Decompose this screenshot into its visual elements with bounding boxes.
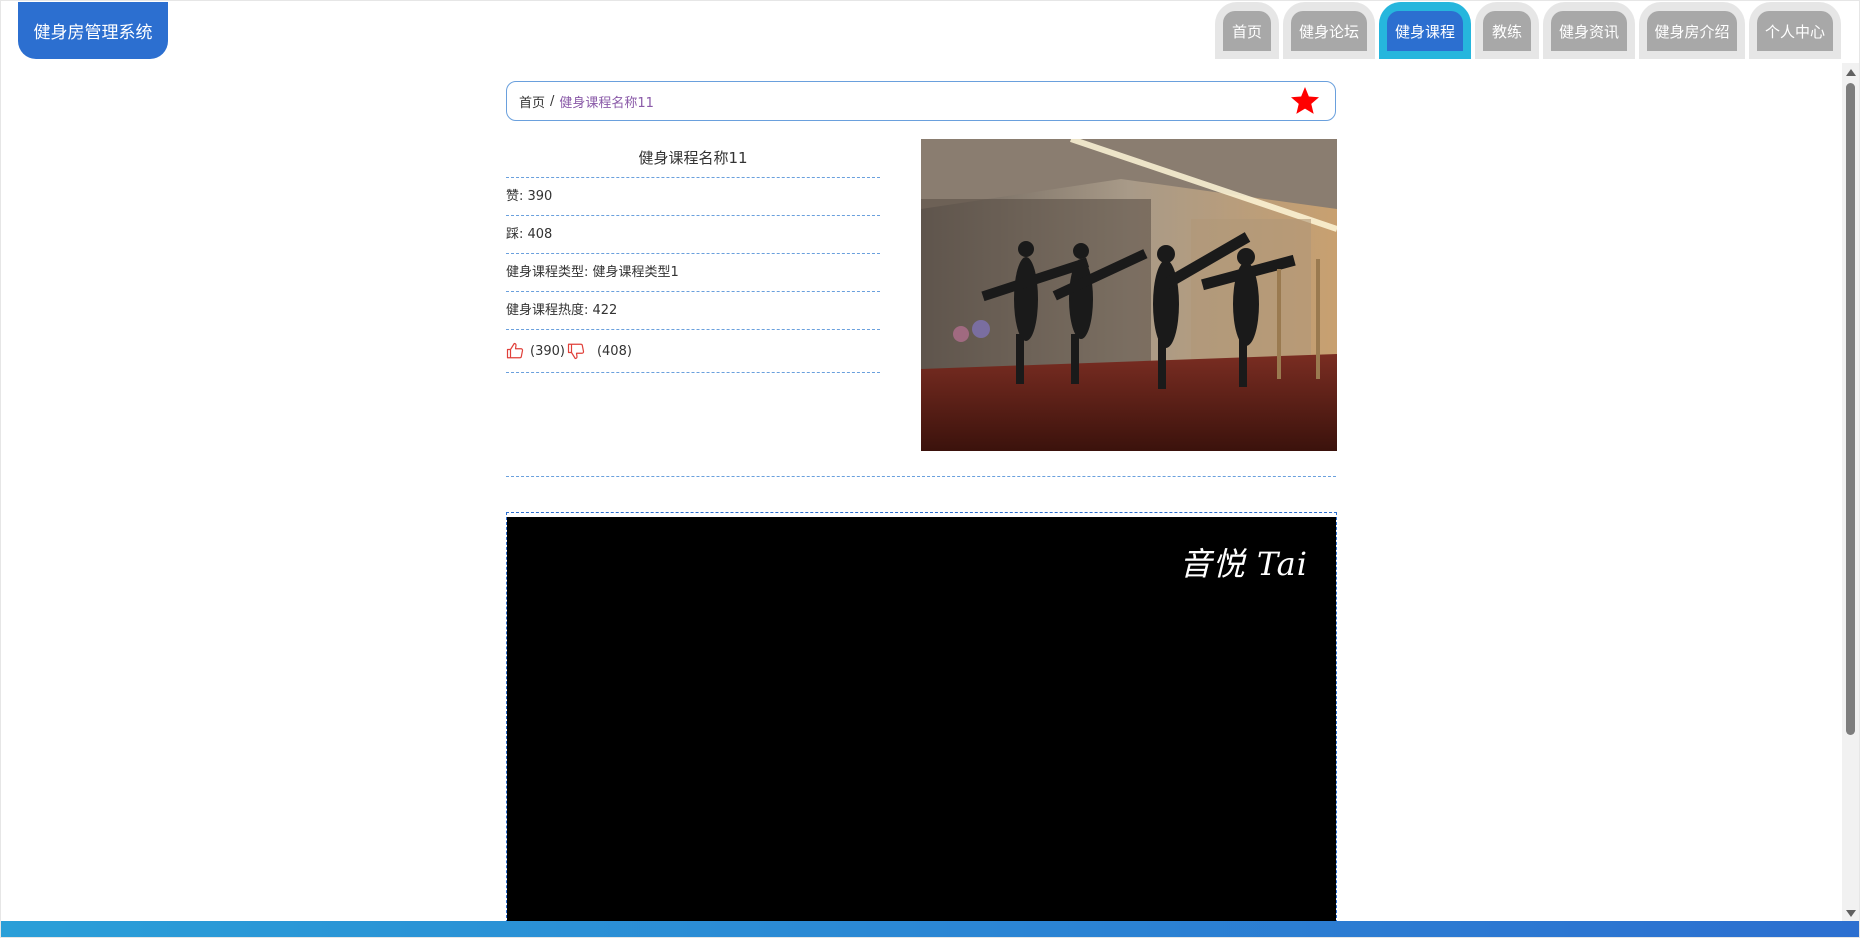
breadcrumb-separator: / bbox=[550, 93, 555, 109]
dislike-count: (408) bbox=[596, 343, 632, 359]
likes-row: 赞: 390 bbox=[506, 178, 880, 216]
course-photo-image bbox=[921, 139, 1337, 451]
course-title: 健身课程名称11 bbox=[506, 139, 880, 178]
nav-tab-label: 健身论坛 bbox=[1291, 11, 1367, 51]
nav-tab-label: 个人中心 bbox=[1757, 11, 1833, 51]
app-title: 健身房管理系统 bbox=[33, 23, 153, 43]
video-screen[interactable]: 音悦 Tai bbox=[507, 517, 1336, 927]
breadcrumb-home-link[interactable]: 首页 bbox=[519, 92, 545, 111]
nav-tab-label: 教练 bbox=[1483, 11, 1531, 51]
scroll-up-arrow-icon[interactable] bbox=[1846, 69, 1856, 76]
nav-tab-gym-intro[interactable]: 健身房介绍 bbox=[1639, 2, 1745, 59]
vote-row: (390) (408) bbox=[506, 330, 880, 373]
star-icon[interactable] bbox=[1289, 85, 1321, 117]
thumbs-down-icon[interactable] bbox=[567, 342, 585, 360]
thumbs-up-icon[interactable] bbox=[506, 342, 524, 360]
page: 健身房管理系统 首页 健身论坛 健身课程 教练 健身资讯 健身房介绍 个人中心 … bbox=[0, 0, 1860, 938]
nav-tab-label: 健身课程 bbox=[1387, 11, 1463, 51]
nav-tab-label: 健身资讯 bbox=[1551, 11, 1627, 51]
course-heat-row: 健身课程热度: 422 bbox=[506, 292, 880, 330]
nav-tab-news[interactable]: 健身资讯 bbox=[1543, 2, 1635, 59]
nav-tab-forum[interactable]: 健身论坛 bbox=[1283, 2, 1375, 59]
like-count: (390) bbox=[530, 343, 565, 359]
dislikes-row: 踩: 408 bbox=[506, 216, 880, 254]
nav-tab-courses[interactable]: 健身课程 bbox=[1379, 2, 1471, 59]
top-nav: 首页 健身论坛 健身课程 教练 健身资讯 健身房介绍 个人中心 bbox=[1215, 2, 1841, 59]
breadcrumb-current: 健身课程名称11 bbox=[559, 95, 654, 111]
nav-tab-profile[interactable]: 个人中心 bbox=[1749, 2, 1841, 59]
scroll-down-arrow-icon[interactable] bbox=[1846, 910, 1856, 917]
breadcrumb: 首页 / 健身课程名称11 bbox=[506, 81, 1336, 121]
nav-tab-label: 首页 bbox=[1223, 11, 1271, 51]
footer-bar bbox=[1, 921, 1859, 937]
nav-tab-home[interactable]: 首页 bbox=[1215, 2, 1279, 59]
course-photo bbox=[921, 139, 1337, 451]
course-type-row: 健身课程类型: 健身课程类型1 bbox=[506, 254, 880, 292]
scroll-thumb[interactable] bbox=[1846, 83, 1855, 735]
course-video-player[interactable]: 音悦 Tai bbox=[506, 512, 1337, 928]
nav-tab-coaches[interactable]: 教练 bbox=[1475, 2, 1539, 59]
section-divider bbox=[506, 476, 1336, 477]
course-info: 健身课程名称11 赞: 390 踩: 408 健身课程类型: 健身课程类型1 健… bbox=[506, 139, 880, 373]
nav-tab-label: 健身房介绍 bbox=[1647, 11, 1737, 51]
app-logo[interactable]: 健身房管理系统 bbox=[18, 2, 168, 59]
vertical-scrollbar[interactable] bbox=[1842, 63, 1859, 923]
video-watermark: 音悦 Tai bbox=[1179, 545, 1308, 583]
